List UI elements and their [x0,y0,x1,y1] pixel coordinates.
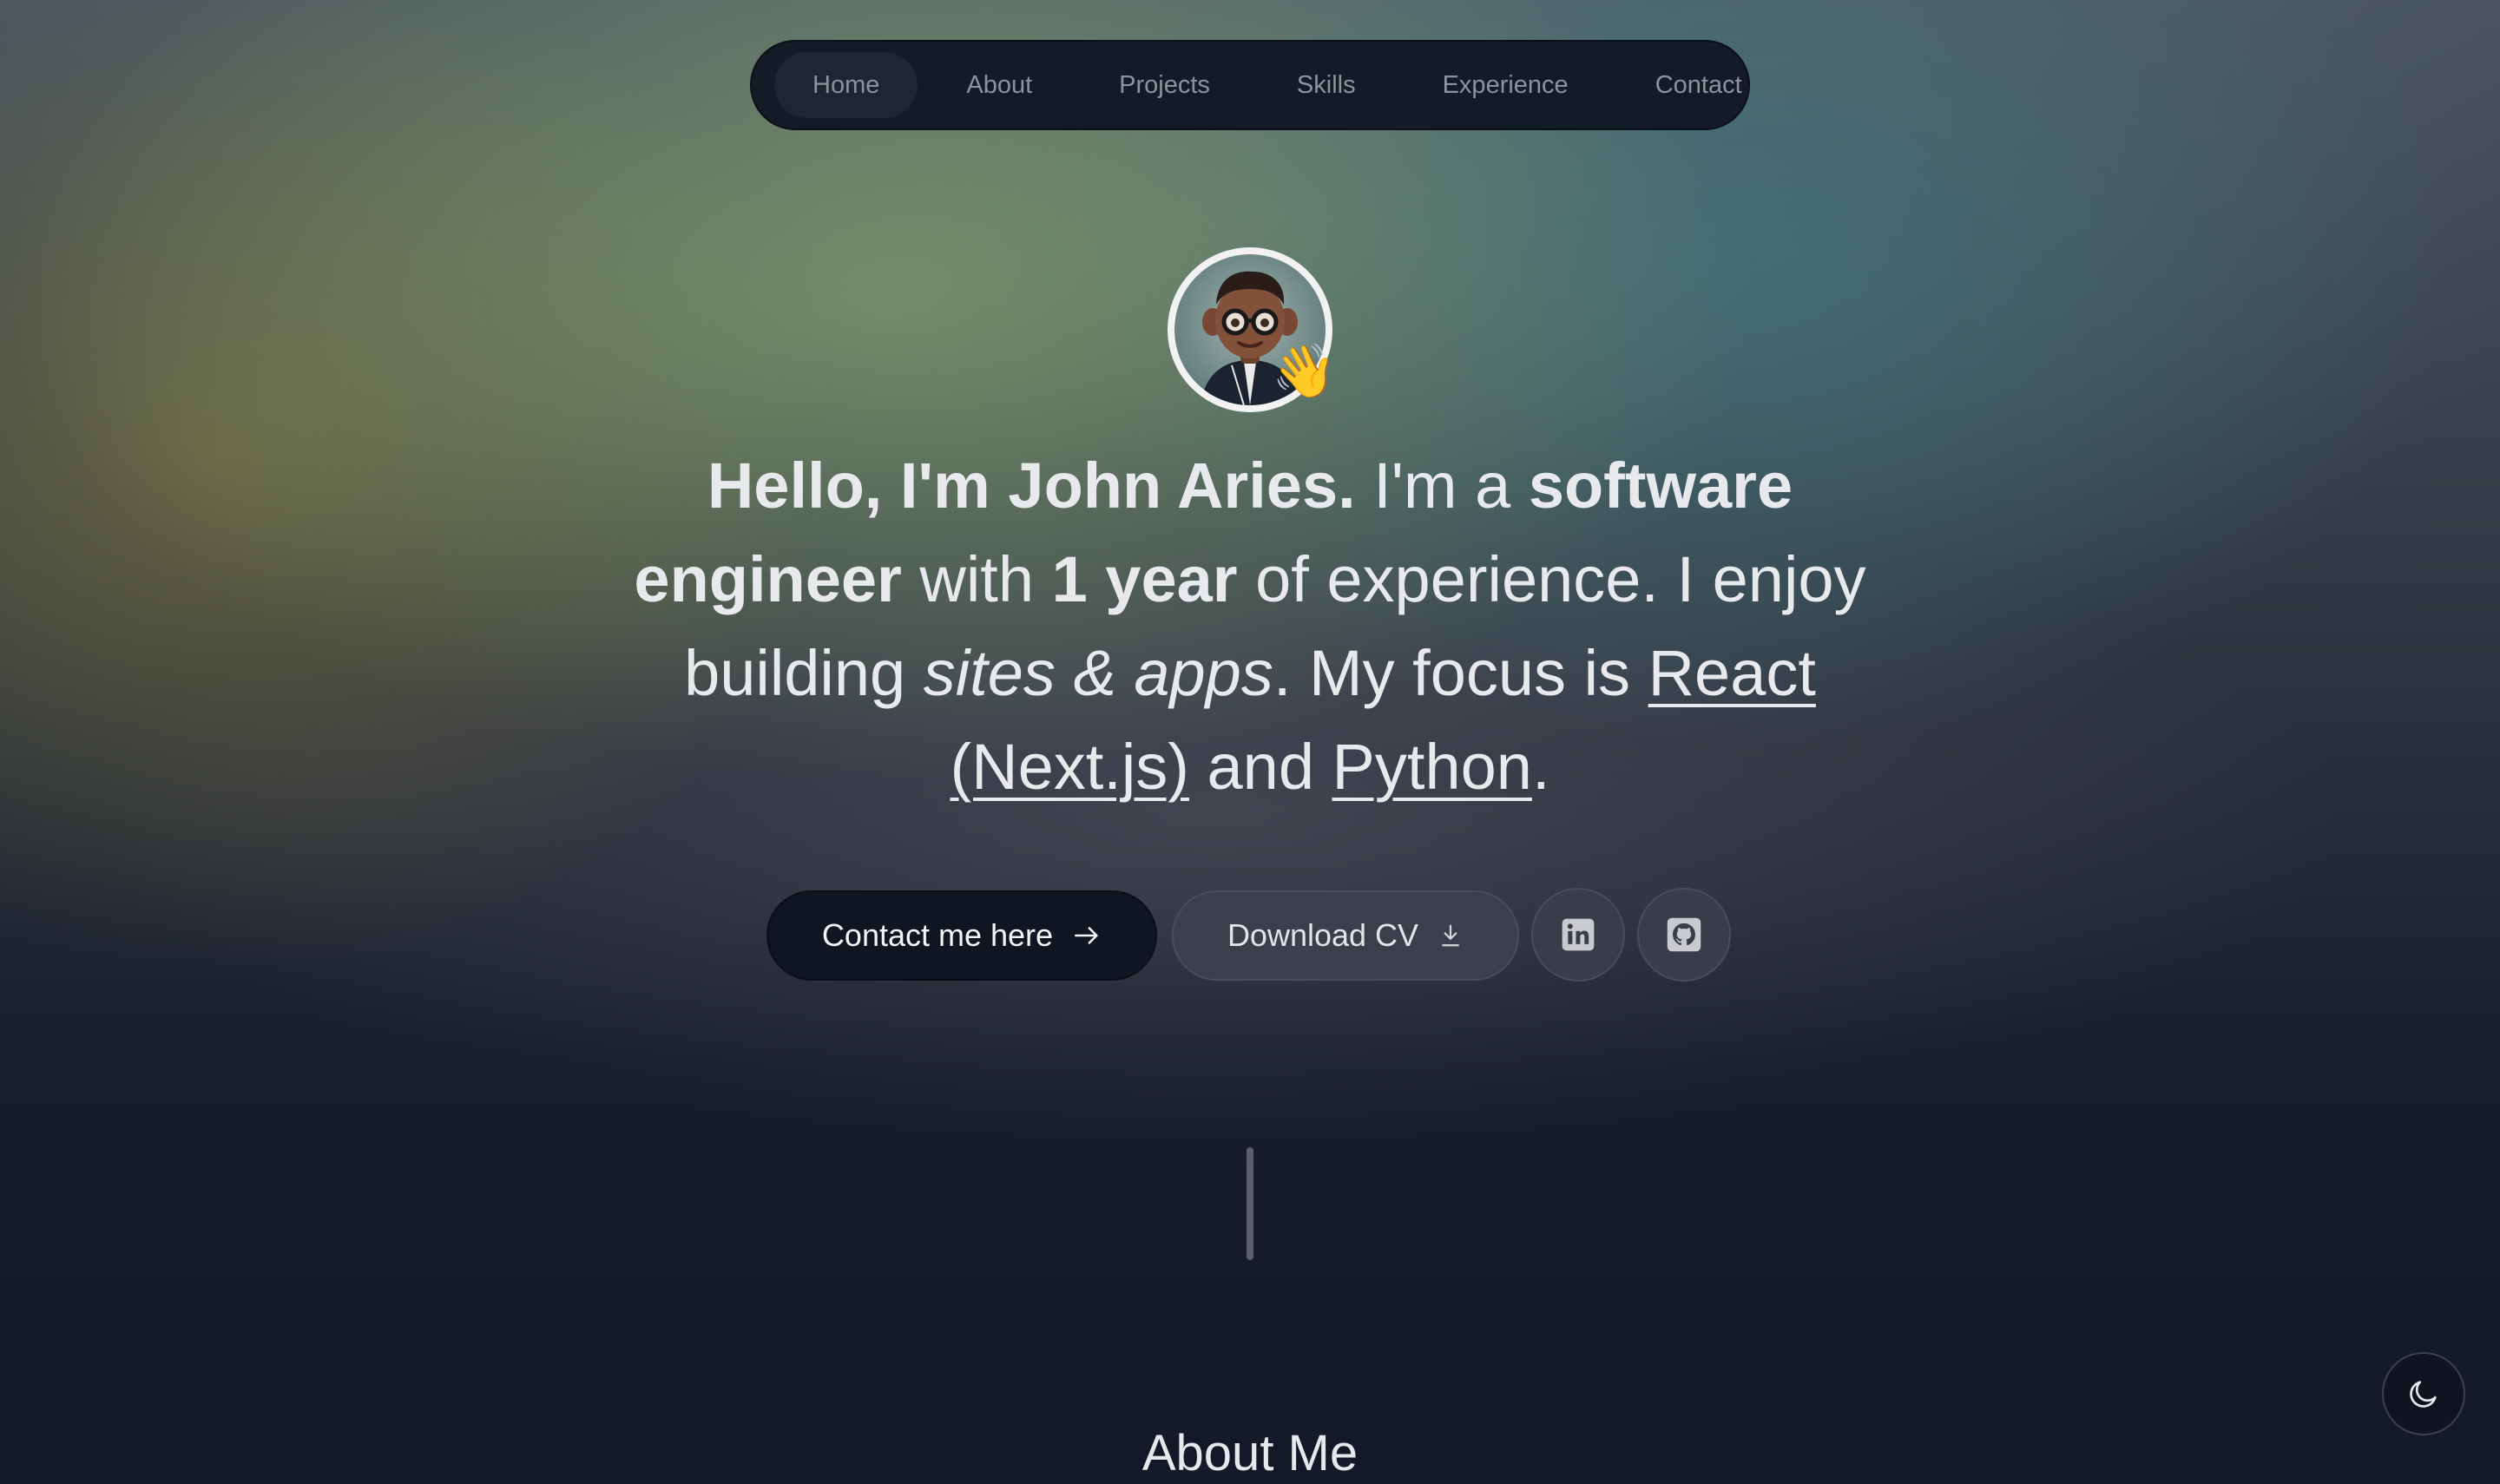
nav-about[interactable]: About [928,52,1070,118]
contact-me-button[interactable]: Contact me here [766,890,1157,981]
theme-toggle-button[interactable] [2382,1352,2465,1435]
linkedin-button[interactable] [1531,888,1625,982]
python-link[interactable]: Python [1332,731,1532,803]
about-section-title: About Me [1141,1425,1359,1481]
nav-experience[interactable]: Experience [1405,52,1607,118]
nav-skills[interactable]: Skills [1259,52,1394,118]
hero-headline: Hello, I'm John Aries. I'm a software en… [634,450,1866,803]
download-cv-button[interactable]: Download CV [1172,890,1519,981]
contact-me-label: Contact me here [821,917,1054,953]
sites-apps-text: sites & apps [923,637,1273,709]
nav-home[interactable]: Home [774,52,918,118]
arrow-right-icon [1075,927,1098,944]
linkedin-icon [1562,918,1595,951]
scroll-indicator [1247,1147,1253,1260]
download-cv-label: Download CV [1227,917,1419,953]
nav-projects[interactable]: Projects [1081,52,1248,118]
download-icon [1442,924,1459,947]
github-button[interactable] [1637,888,1731,982]
intro-name: Hello, I'm John Aries. [707,450,1356,522]
top-navigation: Home About Projects Skills Experience Co… [750,40,1750,130]
nav-contact[interactable]: Contact [1617,52,1780,118]
moon-icon [2410,1381,2437,1408]
github-icon [1667,917,1701,952]
waving-hand-icon: 👋 [1272,342,1337,400]
years-text: 1 year [1051,543,1238,615]
